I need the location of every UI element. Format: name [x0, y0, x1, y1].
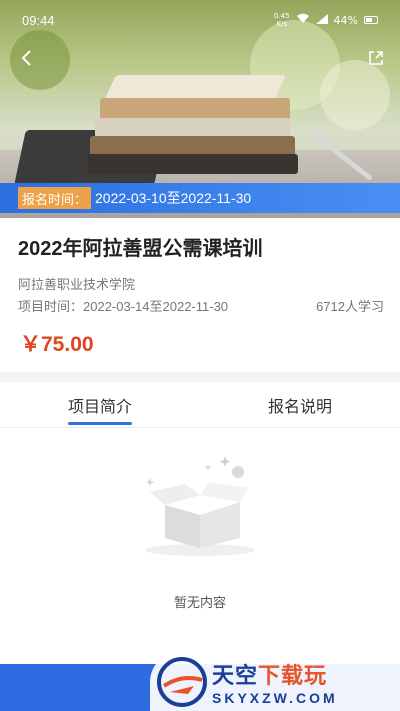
watermark-brand: 天空 [212, 662, 259, 688]
course-organization: 阿拉善职业技术学院 [18, 277, 136, 292]
status-bar: 09:44 0.45 K/s 44% [0, 0, 400, 40]
battery-icon [364, 16, 378, 24]
course-period: 项目时间：2022-03-14至2022-11-30 [18, 299, 229, 314]
back-arrow-icon [21, 50, 31, 66]
tab-project-intro[interactable]: 项目简介 [0, 382, 200, 427]
empty-state-text: 暂无内容 [173, 595, 226, 610]
course-price: ￥75.00 [20, 333, 94, 356]
watermark: 天空下载玩 SKYXZW.COM [150, 652, 400, 711]
registration-label: 报名时间： [18, 187, 92, 209]
wifi-icon [296, 13, 310, 27]
content-tabs: 项目简介 报名说明 [0, 382, 400, 428]
brand-logo-icon [157, 656, 207, 707]
watermark-domain: SKYXZW.COM [212, 689, 338, 706]
status-time: 09:44 [22, 12, 55, 28]
course-title: 2022年阿拉善盟公需课培训 [18, 238, 263, 260]
section-divider [0, 372, 400, 382]
registration-period-bar: 报名时间： 2022-03-10至2022-11-30 [0, 183, 400, 213]
battery-percent: 44% [333, 13, 358, 27]
course-cover-image: 09:44 0.45 K/s 44% 报名时间： 2022-03-10至2022… [0, 0, 400, 218]
network-speed: 0.45 K/s [273, 12, 290, 28]
course-period-row: 项目时间：2022-03-14至2022-11-30 6712人学习 [18, 296, 384, 315]
watermark-brand-accent: 下载玩 [258, 662, 328, 688]
signal-icon [315, 13, 328, 27]
tab-registration-info[interactable]: 报名说明 [200, 382, 400, 427]
registration-value: 2022-03-10至2022-11-30 [95, 190, 252, 206]
share-button[interactable] [362, 44, 390, 72]
learner-count: 6712人学习 [316, 299, 384, 314]
empty-box-icon [130, 450, 270, 560]
back-button[interactable] [12, 44, 40, 72]
share-icon [369, 51, 383, 65]
